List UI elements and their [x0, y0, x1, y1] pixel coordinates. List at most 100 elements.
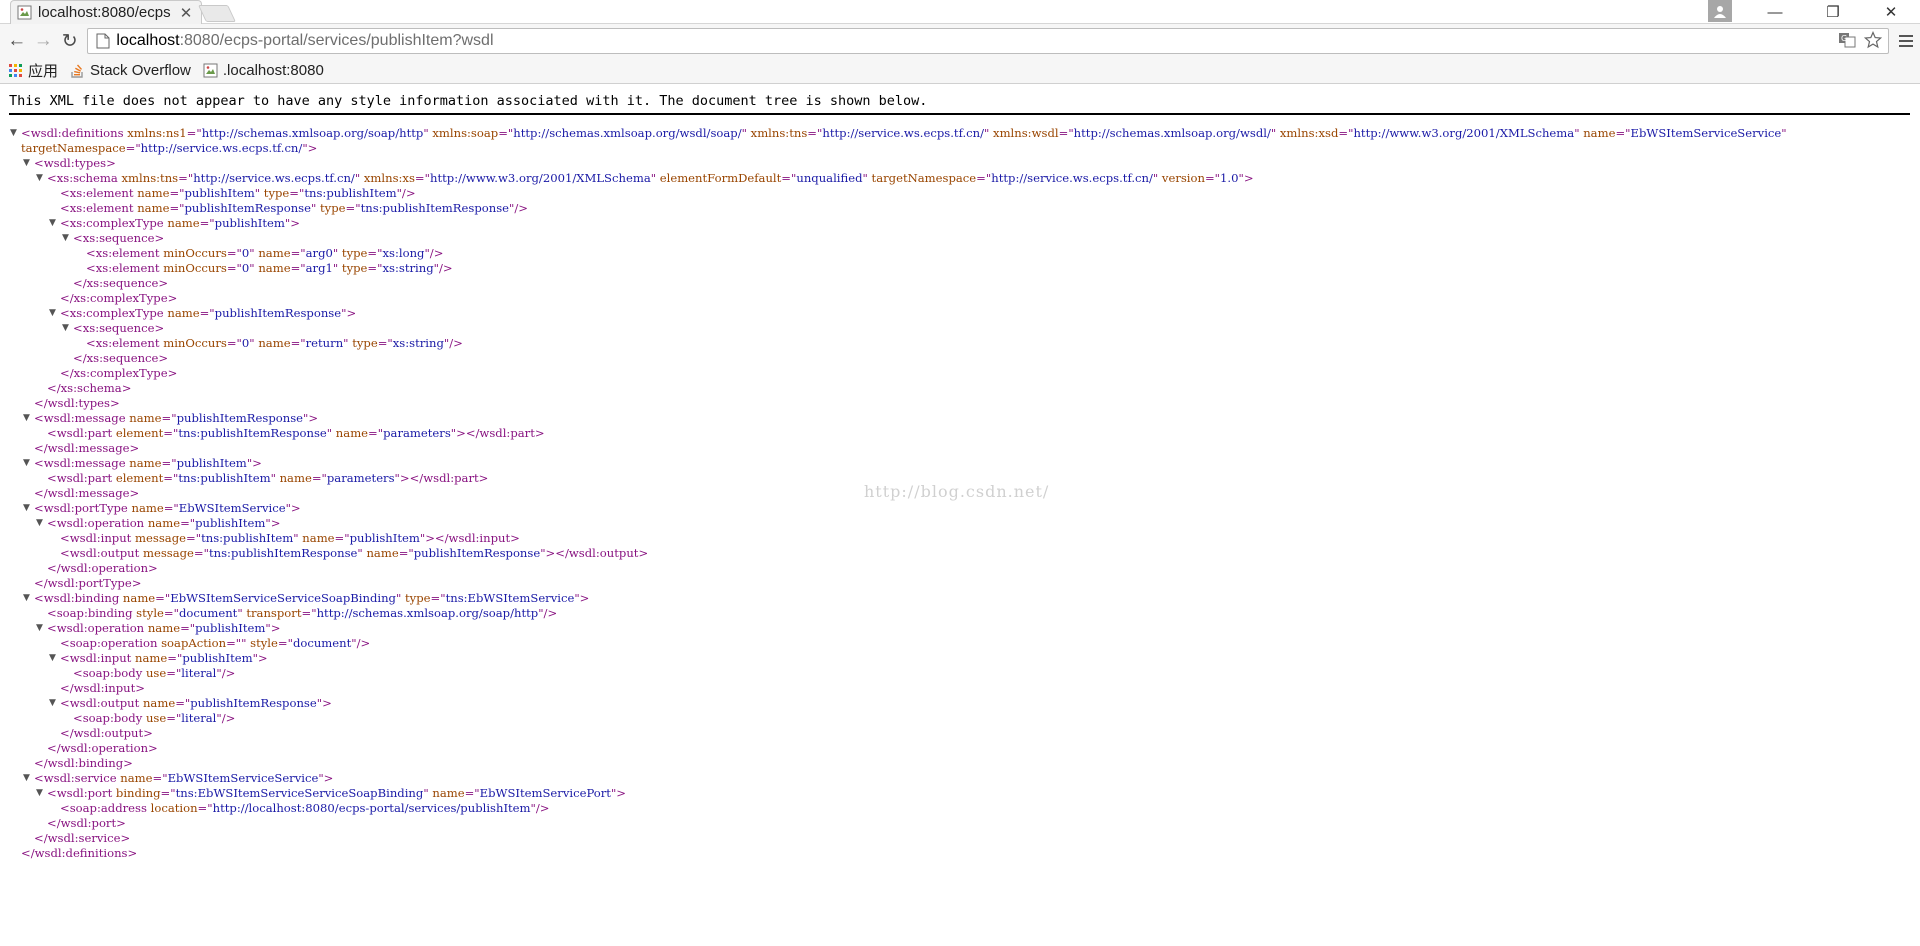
xml-attr-value: tns:EbWSItemService — [445, 591, 575, 605]
collapse-toggle-icon[interactable]: ▼ — [23, 156, 33, 171]
xml-attr-value: publishItem — [349, 531, 420, 545]
minimize-button[interactable]: — — [1746, 0, 1804, 24]
profile-button[interactable] — [1708, 0, 1732, 22]
broken-image-icon — [203, 63, 218, 78]
xml-line: </wsdl:operation> — [9, 561, 1910, 576]
bookmark-localhost[interactable]: .localhost:8080 — [203, 62, 324, 79]
xml-tag-text: </xs:sequence> — [73, 276, 169, 290]
browser-tab[interactable]: localhost:8080/ecps ✕ — [10, 0, 202, 24]
xml-attr-value: http://schemas.xmlsoap.org/soap/http — [201, 126, 424, 140]
back-button[interactable]: ← — [4, 28, 29, 54]
hamburger-menu-icon — [1899, 35, 1914, 47]
xml-attr-value: http://www.w3.org/2001/XMLSchema — [1353, 126, 1575, 140]
xml-tag-text: </xs:sequence> — [73, 351, 169, 365]
collapse-toggle-icon[interactable]: ▼ — [23, 501, 33, 516]
tab-strip: localhost:8080/ecps ✕ — ❐ ✕ — [0, 0, 1920, 24]
back-arrow-icon: ← — [7, 30, 27, 51]
collapse-toggle-icon[interactable]: ▼ — [62, 321, 72, 336]
restore-button[interactable]: ❐ — [1804, 0, 1862, 24]
xml-tag-text: <xs:sequence> — [73, 321, 165, 335]
xml-attr-value: xs:string — [392, 336, 444, 350]
page-icon — [96, 33, 110, 49]
xml-line: </wsdl:message> — [9, 441, 1910, 456]
stackoverflow-icon — [71, 64, 83, 78]
xml-line: <wsdl:output message="tns:publishItemRes… — [9, 546, 1910, 561]
collapse-toggle-icon[interactable]: ▼ — [49, 216, 59, 231]
xml-tag-text: ="" — [226, 636, 247, 650]
collapse-toggle-icon[interactable]: ▼ — [23, 456, 33, 471]
collapse-toggle-icon[interactable]: ▼ — [49, 651, 59, 666]
collapse-toggle-icon[interactable]: ▼ — [23, 591, 33, 606]
xml-tag-text: "> — [1238, 171, 1254, 185]
collapse-toggle-icon[interactable]: ▼ — [49, 306, 59, 321]
xml-attr-name: name — [254, 336, 291, 350]
xml-tag-text: "/> — [396, 186, 416, 200]
xml-attr-value: publishItemResponse — [190, 696, 317, 710]
browser-menu-button[interactable] — [1893, 28, 1920, 54]
xml-attr-name: elementFormDefault — [656, 171, 782, 185]
xml-tag-text: "> — [246, 456, 262, 470]
xml-attr-value: tns:publishItem — [201, 531, 294, 545]
xml-tag-text: "></wsdl:output> — [540, 546, 649, 560]
tab-close-icon[interactable]: ✕ — [177, 4, 195, 22]
xml-line: ▼ <wsdl:types> — [9, 156, 1910, 171]
xml-attr-name: style — [132, 606, 164, 620]
collapse-toggle-icon[interactable]: ▼ — [10, 126, 20, 141]
xml-tag-text: =" — [226, 261, 242, 275]
translate-icon[interactable]: G — [1838, 31, 1856, 49]
new-tab-button[interactable] — [198, 5, 236, 22]
xml-tag-text: <wsdl:output — [60, 546, 140, 560]
forward-button[interactable]: → — [30, 28, 55, 54]
xml-line: ▼ <xs:complexType name="publishItemRespon… — [9, 306, 1910, 321]
xml-line: </wsdl:binding> — [9, 756, 1910, 771]
xml-attr-name: xmlns:tns — [746, 126, 808, 140]
xml-tag-text: =" — [334, 531, 350, 545]
xml-tag-text: =" — [197, 801, 213, 815]
xml-attr-value: EbWSItemService — [178, 501, 286, 515]
xml-tag-text: =" — [398, 546, 414, 560]
xml-attr-name: xmlns:soap — [428, 126, 499, 140]
xml-line: </wsdl:types> — [9, 396, 1910, 411]
xml-attr-name: name — [133, 201, 170, 215]
xml-tag-text: "> — [318, 771, 334, 785]
collapse-toggle-icon[interactable]: ▼ — [36, 621, 46, 636]
star-icon[interactable] — [1863, 31, 1882, 49]
xml-tag-text: =" — [169, 201, 185, 215]
bookmark-stack-overflow[interactable]: Stack Overflow — [70, 62, 191, 79]
close-window-button[interactable]: ✕ — [1862, 0, 1920, 24]
window-controls: — ❐ ✕ — [1708, 0, 1920, 24]
xml-tag-text: <xs:element — [60, 201, 134, 215]
xml-attr-name: name — [144, 516, 181, 530]
xml-attr-name: type — [401, 591, 431, 605]
xml-tag-text: =" — [290, 246, 306, 260]
xml-line: <xs:element name="publishItemResponse" t… — [9, 201, 1910, 216]
bookmark-apps[interactable]: 应用 — [8, 60, 58, 81]
collapse-toggle-icon[interactable]: ▼ — [36, 171, 46, 186]
xml-tag-text: </xs:complexType> — [60, 291, 178, 305]
xml-tag-text: =" — [163, 606, 179, 620]
xml-attr-value: publishItem — [184, 186, 255, 200]
xml-line: <xs:element minOccurs="0" name="arg1" ty… — [9, 261, 1910, 276]
browser-toolbar: ← → ↻ localhost:8080/ecps-portal/service… — [0, 24, 1920, 58]
xml-attr-value: http://service.ws.ecps.tf.cn/ — [140, 141, 303, 155]
xml-attr-value: http://service.ws.ecps.tf.cn/ — [822, 126, 984, 140]
xml-line: <wsdl:input message="tns:publishItem" na… — [9, 531, 1910, 546]
xml-attr-value: publishItem — [176, 456, 247, 470]
xml-attr-value: tns:publishItemResponse — [360, 201, 510, 215]
collapse-toggle-icon[interactable]: ▼ — [49, 696, 59, 711]
collapse-toggle-icon[interactable]: ▼ — [23, 771, 33, 786]
xml-line: <soap:operation soapAction="" style="doc… — [9, 636, 1910, 651]
address-bar[interactable]: localhost:8080/ecps-portal/services/publ… — [87, 28, 1889, 54]
xml-attr-value: 1.0 — [1220, 171, 1239, 185]
xml-tag-text: </wsdl:message> — [34, 486, 140, 500]
collapse-toggle-icon[interactable]: ▼ — [62, 231, 72, 246]
xml-attr-name: element — [112, 471, 164, 485]
xml-attr-name: minOccurs — [159, 246, 227, 260]
xml-attr-value: parameters — [326, 471, 395, 485]
xml-tag-text: "> — [285, 501, 301, 515]
collapse-toggle-icon[interactable]: ▼ — [23, 411, 33, 426]
xml-tag-text: <wsdl:types> — [34, 156, 116, 170]
collapse-toggle-icon[interactable]: ▼ — [36, 516, 46, 531]
collapse-toggle-icon[interactable]: ▼ — [36, 786, 46, 801]
reload-button[interactable]: ↻ — [57, 28, 82, 54]
